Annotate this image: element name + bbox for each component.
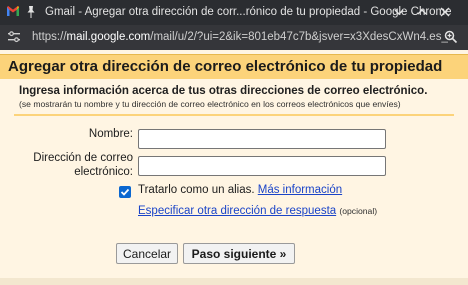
- email-input[interactable]: [138, 156, 386, 176]
- close-icon[interactable]: [437, 4, 453, 20]
- dialog-subtitle: Ingresa información acerca de tus otras …: [19, 85, 428, 97]
- reply-to-row: Especificar otra dirección de respuesta …: [138, 205, 377, 217]
- zoom-icon[interactable]: [444, 30, 458, 44]
- dialog-note: (se mostrarán tu nombre y tu dirección d…: [19, 99, 401, 109]
- pin-icon[interactable]: [26, 5, 36, 19]
- add-email-dialog: Agregar otra dirección de correo electró…: [0, 50, 468, 285]
- optional-note: (opcional): [339, 206, 378, 216]
- cancel-button[interactable]: Cancelar: [116, 243, 178, 264]
- email-label-line2: electrónico:: [74, 166, 133, 178]
- checkmark-icon: [120, 188, 130, 196]
- window-titlebar[interactable]: Gmail - Agregar otra dirección de corr..…: [0, 0, 468, 25]
- dialog-title: Agregar otra dirección de correo electró…: [8, 58, 443, 75]
- url-host: mail.google.com: [66, 31, 151, 43]
- name-label: Nombre:: [88, 128, 133, 140]
- next-step-button[interactable]: Paso siguiente »: [183, 243, 295, 264]
- address-bar[interactable]: https://mail.google.com/mail/u/2/?ui=2&i…: [0, 25, 468, 50]
- header-band: Agregar otra dirección de correo electró…: [0, 54, 468, 79]
- gmail-logo-icon: [7, 6, 19, 16]
- popup-window: Gmail - Agregar otra dirección de corr..…: [0, 0, 468, 285]
- chevron-down-icon[interactable]: [391, 4, 407, 20]
- site-settings-icon[interactable]: [7, 31, 21, 43]
- more-info-link[interactable]: Más información: [258, 184, 342, 196]
- divider: [14, 114, 454, 116]
- bottom-edge: [0, 278, 468, 285]
- reply-to-link[interactable]: Especificar otra dirección de respuesta: [138, 205, 336, 217]
- url-path: /mail/u/2/?ui=2&ik=801eb47c7b&jsver=x3Xd…: [150, 31, 448, 43]
- alias-checkbox[interactable]: [119, 186, 131, 198]
- url-prefix: https://: [32, 31, 67, 43]
- url-text[interactable]: https://mail.google.com/mail/u/2/?ui=2&i…: [32, 31, 448, 43]
- alias-option: Tratarlo como un alias. Más información: [138, 184, 342, 196]
- name-input[interactable]: [138, 129, 386, 149]
- maximize-icon[interactable]: [414, 4, 430, 20]
- alias-label: Tratarlo como un alias.: [138, 184, 255, 196]
- email-label-line1: Dirección de correo: [33, 152, 133, 164]
